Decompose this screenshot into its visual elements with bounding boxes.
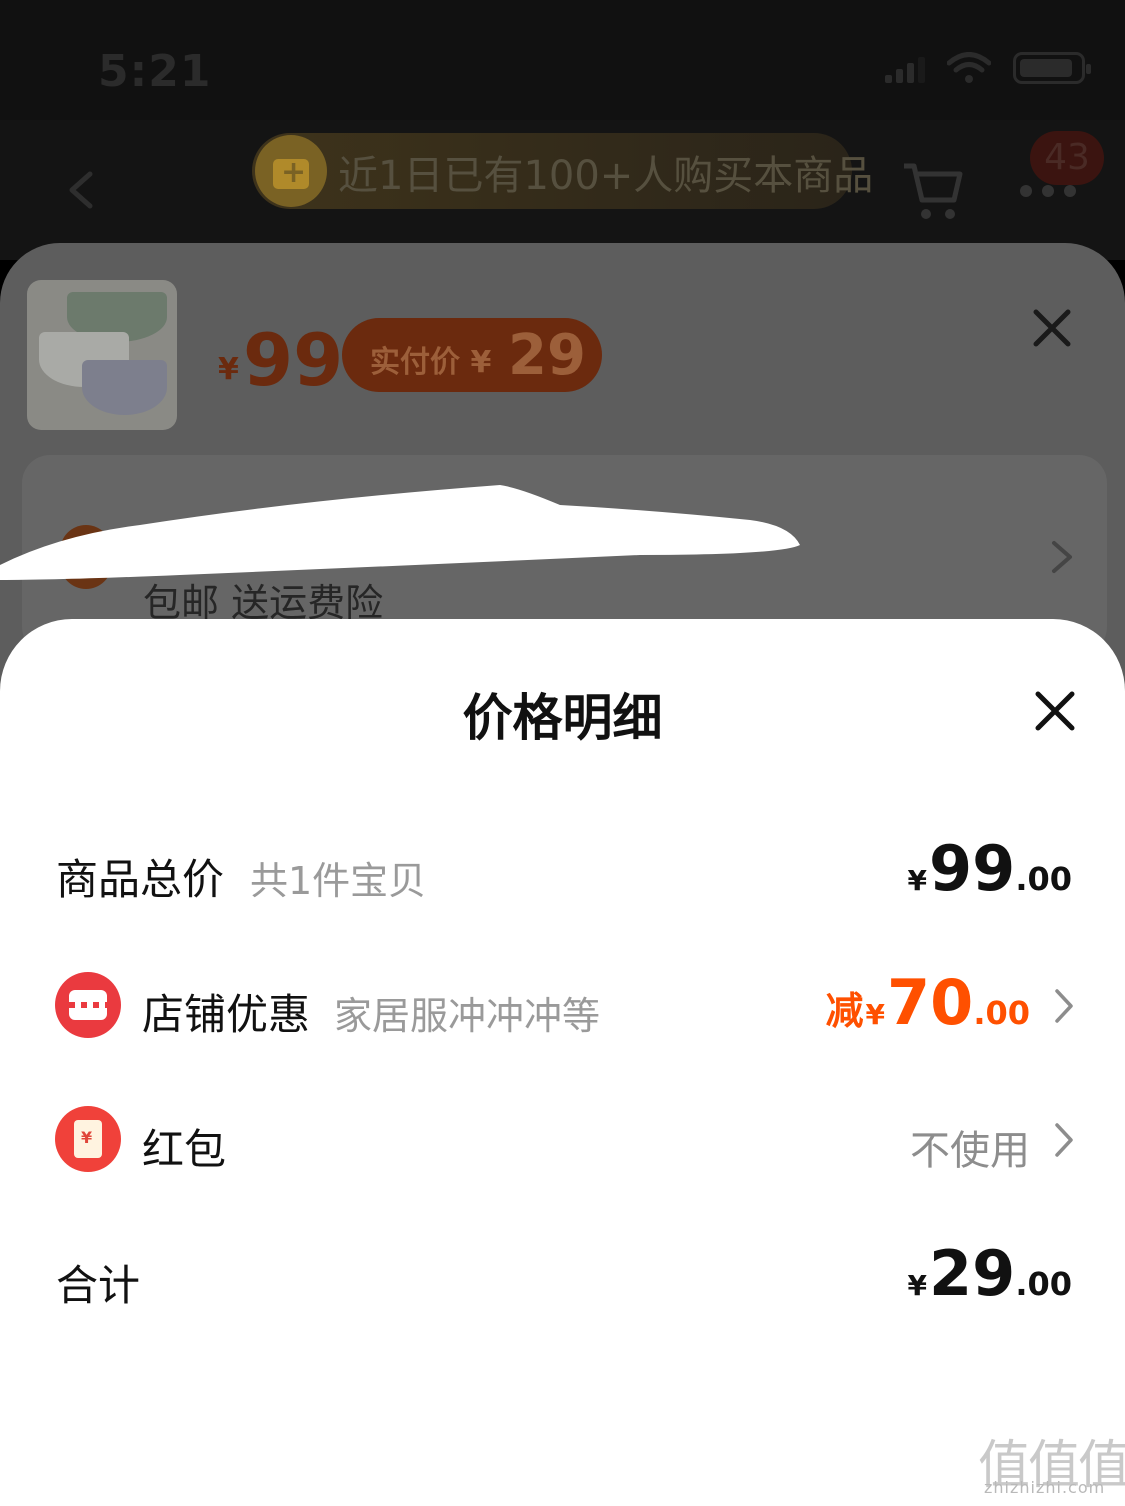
redaction-scribble — [0, 485, 800, 580]
chevron-right-icon — [1052, 541, 1072, 573]
red-packet-icon — [55, 1106, 121, 1172]
status-time: 5:21 — [98, 46, 212, 97]
grand-total-amount: ¥ 29 .00 — [908, 1237, 1072, 1310]
product-price: 99 — [243, 318, 344, 402]
shop-icon — [55, 972, 121, 1038]
red-packet-label[interactable]: 红包 — [142, 1116, 226, 1177]
real-price-label: 实付价 ¥ — [370, 345, 492, 380]
price-currency: ¥ — [218, 352, 239, 387]
item-count-text: 共1件宝贝 — [250, 859, 427, 903]
close-icon[interactable] — [1034, 690, 1076, 732]
cart-count-badge: 43 — [1030, 131, 1104, 185]
shopping-bag-icon — [255, 135, 327, 207]
amount-decimal: .00 — [1015, 1265, 1072, 1303]
status-icons — [885, 52, 1091, 84]
chevron-right-icon[interactable] — [1053, 1122, 1075, 1158]
sku-sheet-close-icon[interactable] — [1032, 308, 1072, 348]
price-detail-title: 价格明细 — [462, 689, 663, 747]
shop-discount-desc: 家居服冲冲冲等 — [334, 994, 601, 1038]
cellular-signal-icon — [885, 53, 925, 83]
currency-symbol: ¥ — [907, 864, 928, 897]
cart-icon[interactable] — [900, 160, 964, 222]
price-detail-sheet — [0, 619, 1125, 1506]
amount-decimal: .00 — [1015, 860, 1072, 898]
wifi-icon — [947, 52, 991, 83]
product-thumbnail — [27, 280, 177, 430]
discount-prefix: 减 — [825, 989, 864, 1033]
total-goods-label: 商品总价 — [56, 855, 225, 904]
red-packet-value[interactable]: 不使用 — [910, 1118, 1030, 1176]
amount-integer: 70 — [887, 966, 974, 1039]
amount-integer: 29 — [929, 1237, 1016, 1310]
real-price-value: 29 — [508, 323, 586, 388]
shop-discount-label[interactable]: 店铺优惠 — [142, 981, 310, 1042]
back-arrow-icon[interactable] — [62, 170, 102, 210]
purchase-banner-text: 近1日已有100+人购买本商品 — [338, 153, 874, 199]
currency-symbol: ¥ — [865, 998, 886, 1031]
total-goods-amount: ¥ 99 .00 — [908, 832, 1072, 905]
currency-symbol: ¥ — [907, 1269, 928, 1302]
amount-decimal: .00 — [973, 994, 1030, 1032]
amount-integer: 99 — [929, 832, 1016, 905]
more-icon[interactable] — [1020, 185, 1076, 197]
shop-discount-amount[interactable]: 减 ¥ 70 .00 — [826, 966, 1030, 1039]
battery-icon — [1013, 52, 1091, 84]
chevron-right-icon[interactable] — [1053, 988, 1075, 1024]
watermark-url: zhizhizhi.com — [984, 1478, 1106, 1497]
grand-total-label: 合计 — [56, 1261, 141, 1310]
